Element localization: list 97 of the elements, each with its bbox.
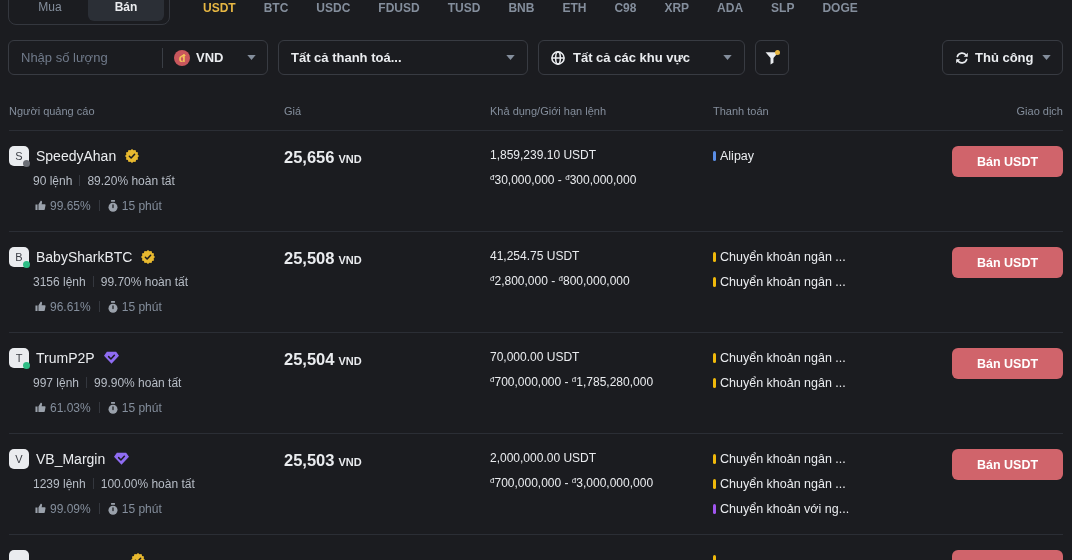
thumbs-up-icon <box>35 503 46 514</box>
payment-method: Chuyển khoản ngân ... <box>720 476 846 491</box>
asset-tab[interactable]: ETH <box>562 1 587 15</box>
thumbs-up-icon <box>35 301 46 312</box>
positive-rating: 99.09% <box>50 501 91 516</box>
asset-tab[interactable]: FDUSD <box>378 1 420 15</box>
advertiser-name[interactable]: SpeedyAhan <box>36 147 117 164</box>
stopwatch-icon <box>107 300 118 313</box>
price-currency: VND <box>338 355 362 367</box>
check-seal-icon <box>141 249 156 264</box>
caret-icon <box>723 55 732 60</box>
price-currency: VND <box>338 254 362 266</box>
region-select[interactable]: Tất cả các khu vực <box>538 40 745 75</box>
stopwatch-icon <box>107 401 118 414</box>
avatar: B <box>9 246 29 267</box>
check-diamond-icon <box>103 351 119 364</box>
order-count: 1239 lệnh <box>33 476 86 491</box>
asset-tab[interactable]: USDC <box>316 1 351 15</box>
completion-rate: 89.20% hoàn tất <box>87 173 175 188</box>
price: 25,508 <box>284 249 335 267</box>
column-header: Giá <box>284 104 303 119</box>
completion-rate: 99.90% hoàn tất <box>94 375 182 390</box>
globe-icon <box>551 50 565 65</box>
payment-method: Chuyển khoản với ng... <box>720 501 850 516</box>
payment-method: Chuyển khoản ngân ... <box>720 375 846 390</box>
stopwatch-icon <box>107 199 118 212</box>
column-header: Thanh toán <box>713 104 770 119</box>
positive-rating: 99.65% <box>50 198 91 213</box>
payment-method: Chuyển khoản ngân ... <box>720 350 846 365</box>
avatar: V <box>9 448 29 469</box>
sell-button[interactable]: Bán USDT <box>952 146 1063 177</box>
thumbs-up-icon <box>35 200 46 211</box>
order-count: 90 lệnh <box>33 173 73 188</box>
currency-select[interactable]: đ VND <box>163 42 267 73</box>
caret-icon <box>247 55 256 60</box>
sell-button[interactable]: Bán USDT <box>952 449 1063 480</box>
check-diamond-icon <box>114 452 130 465</box>
asset-tab[interactable]: TUSD <box>447 1 481 15</box>
thumbs-up-icon <box>35 402 46 413</box>
refresh-select[interactable]: Thủ công <box>942 40 1063 75</box>
refresh-icon <box>955 50 969 65</box>
check-seal-icon <box>125 148 140 163</box>
funnel-icon <box>765 50 779 65</box>
asset-tab[interactable]: ADA <box>717 1 744 15</box>
column-header: Khả dụng/Giới hạn lệnh <box>490 104 608 119</box>
completion-rate: 99.70% hoàn tất <box>100 274 189 289</box>
payment-select[interactable]: Tất cả thanh toá... <box>278 40 528 75</box>
asset-tab[interactable]: BNB <box>508 1 535 15</box>
amount-field[interactable]: Nhập số lượng đ VND <box>8 40 268 75</box>
available-amount: 1,859,239.10 USDT <box>490 147 598 164</box>
caret-icon <box>1042 55 1051 60</box>
column-header: Người quảng cáo <box>9 104 96 119</box>
payment-method: Chuyển khoản ngân ... <box>720 274 846 289</box>
order-limit: $^{đ}$2,800,000 - $^{đ}$800,000,000 <box>490 273 631 290</box>
currency-icon: đ <box>174 49 190 66</box>
price-currency: VND <box>338 153 362 165</box>
price: 25,504 <box>284 350 335 368</box>
asset-tab[interactable]: DOGE <box>822 1 858 15</box>
advertiser-name[interactable]: BabySharkBTC <box>36 248 133 265</box>
available-amount: 70,000.00 USDT <box>490 349 581 366</box>
available-amount: 2,000,000.00 USDT <box>490 450 598 467</box>
payment-time: 15 phút <box>121 198 162 213</box>
trade-side-tab[interactable]: Bán <box>88 0 164 21</box>
payment-time: 15 phút <box>121 299 162 314</box>
asset-tab[interactable]: XRP <box>664 1 690 15</box>
sell-button[interactable]: Bán USDT <box>952 247 1063 278</box>
order-limit: $^{đ}$30,000,000 - $^{đ}$300,000,000 <box>490 172 638 189</box>
filter-button[interactable] <box>755 40 789 75</box>
advertiser-name[interactable]: TrumP2P <box>36 349 95 366</box>
avatar: S <box>9 145 29 166</box>
payment-time: 15 phút <box>121 400 162 415</box>
asset-tab[interactable]: BTC <box>263 1 289 15</box>
column-header: Giao dịch <box>1016 104 1063 119</box>
payment-time: 15 phút <box>121 501 162 516</box>
payment-method: Chuyển khoản ngân ... <box>720 249 846 264</box>
payment-method: Alipay <box>720 148 755 163</box>
order-limit: $^{đ}$700,000,000 - $^{đ}$3,000,000,000 <box>490 475 655 492</box>
avatar: T <box>9 347 29 368</box>
order-count: 997 lệnh <box>33 375 80 390</box>
payment-method: Chuyển khoản ngân ... <box>720 451 846 466</box>
positive-rating: 61.03% <box>50 400 91 415</box>
available-amount: 41,254.75 USDT <box>490 248 581 265</box>
positive-rating: 96.61% <box>50 299 91 314</box>
advertiser-name[interactable]: VB_Margin <box>36 450 106 467</box>
completion-rate: 100.00% hoàn tất <box>100 476 195 491</box>
asset-tab[interactable]: USDT <box>203 1 236 15</box>
asset-tab[interactable]: SLP <box>771 1 795 15</box>
sell-button[interactable]: Bán USDT <box>952 348 1063 379</box>
price: 25,503 <box>284 451 335 469</box>
stopwatch-icon <box>107 502 118 515</box>
price: 25,656 <box>284 148 335 166</box>
trade-side-tab[interactable]: Mua <box>12 0 88 21</box>
order-count: 3156 lệnh <box>33 274 86 289</box>
price-currency: VND <box>338 456 362 468</box>
caret-icon <box>506 55 515 60</box>
order-limit: $^{đ}$700,000,000 - $^{đ}$1,785,280,000 <box>490 374 655 391</box>
asset-tab[interactable]: C98 <box>614 1 637 15</box>
